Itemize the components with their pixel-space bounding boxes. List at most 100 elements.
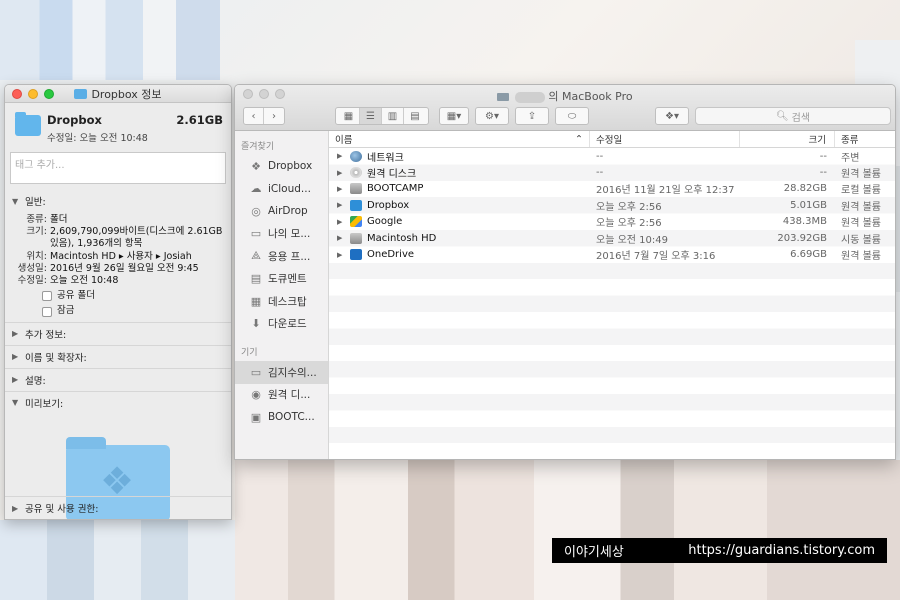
where-label: 위치: [26,250,47,262]
tags-button[interactable]: ⬭ [555,107,589,125]
disclosure-triangle-icon[interactable]: ▶ [337,201,345,209]
sidebar-item-documents[interactable]: ▤ 도큐멘트 [235,268,328,291]
icon-view-button[interactable]: ▦ [338,108,360,124]
row-size: 28.82GB [783,183,827,195]
sidebar-item-all-files[interactable]: ▭ 나의 모... [235,223,328,246]
forward-button[interactable]: › [264,108,284,124]
disclosure-triangle-icon[interactable]: ▶ [337,185,345,193]
sidebar: 즐겨찾기 ❖ Dropbox ☁ iCloud... ◎ AirDrop ▭ 나의 모.… [235,131,329,459]
share-button[interactable]: ⇪ [515,107,549,125]
section-label: 설명: [25,375,46,387]
sidebar-item-dropbox[interactable]: ❖ Dropbox [235,155,328,178]
row-size: -- [819,167,827,179]
triangle-right-icon: ▶ [12,503,19,513]
redacted-name [514,91,545,103]
section-sharing[interactable]: ▶ 공유 및 사용 권한: [5,496,231,519]
row-name: BOOTCAMP [367,183,424,195]
row-date: 오늘 오전 10:49 [596,234,668,246]
created-label: 생성일: [17,262,47,274]
section-label: 이름 및 확장자: [25,352,87,364]
sidebar-item-macbook[interactable]: ▭ 김지수의... [235,361,328,384]
column-size[interactable]: 크기 [740,131,835,147]
arrange-button[interactable]: ▦▾ [439,107,469,125]
finder-toolbar: 의 MacBook Pro ‹ › ▦ ☰ ▥ ▤ ▦▾ ⚙▾ ⇪ ⬭ ❖▾ 🔍… [235,85,895,131]
sidebar-item-remote-disc[interactable]: ◉ 원격 디... [235,384,328,407]
file-list: 이름 ⌃ 수정일 크기 종류 ▶ 네트워크 -- -- 주변 ▶ 원격 디스크 -- -- 원격 볼… [329,131,895,459]
table-row[interactable]: ▶ 네트워크 -- -- 주변 [329,148,895,164]
locked-checkbox[interactable] [42,306,52,317]
row-date: 2016년 7월 7일 오후 3:16 [596,251,716,263]
sidebar-item-applications[interactable]: ⟁ 응용 프... [235,245,328,268]
row-size: 438.3MB [782,216,827,228]
kind-value: 폴더 [50,214,68,225]
disclosure-triangle-icon[interactable]: ▶ [337,234,345,242]
column-date[interactable]: 수정일 [590,131,740,147]
dropbox-button[interactable]: ❖▾ [655,107,689,125]
disclosure-triangle-icon[interactable]: ▶ [337,169,345,177]
sidebar-item-bootcamp[interactable]: ▣ BOOTC... [235,406,328,429]
gear-icon: ⚙▾ [485,110,499,122]
row-kind: 원격 볼륨 [841,201,881,213]
table-row[interactable]: ▶ OneDrive 2016년 7월 7일 오후 3:16 6.69GB 원격 볼륨 [329,246,895,262]
triangle-right-icon: ▶ [12,352,19,362]
section-label: 미리보기: [25,398,64,410]
column-view-button[interactable]: ▥ [382,108,404,124]
tags-field[interactable]: 태그 추가... [10,152,226,184]
section-more-info[interactable]: ▶ 추가 정보: [5,321,231,345]
table-row[interactable]: ▶ Google 오늘 오후 2:56 438.3MB 원격 볼륨 [329,214,895,230]
minimize-button[interactable] [28,89,38,99]
disclosure-triangle-icon[interactable]: ▶ [337,152,345,160]
column-label: 이름 [335,135,353,146]
sidebar-item-desktop[interactable]: ▦ 데스크탑 [235,290,328,313]
row-name-cell: ▶ 네트워크 [329,149,590,164]
section-preview[interactable]: ▼ 미리보기: [5,390,231,414]
rows-container: ▶ 네트워크 -- -- 주변 ▶ 원격 디스크 -- -- 원격 볼륨 ▶ BOOTCAMP 2016… [329,148,895,459]
dropbox-icon: ❖▾ [665,110,679,122]
row-size: 203.92GB [777,232,827,244]
close-button[interactable] [12,89,22,99]
sidebar-header-devices: 기기 [241,348,258,358]
drive-icon: ▣ [250,410,262,424]
table-row[interactable]: ▶ Macintosh HD 오늘 오전 10:49 203.92GB 시동 볼륨 [329,230,895,246]
sidebar-item-label: 데스크탑 [268,295,307,308]
action-button[interactable]: ⚙▾ [475,107,509,125]
gallery-view-button[interactable]: ▤ [404,108,426,124]
disclosure-triangle-icon[interactable]: ▶ [337,218,345,226]
shared-folder-option[interactable]: 공유 폴더 [12,290,224,302]
info-titlebar[interactable]: Dropbox 정보 [5,85,231,103]
search-input[interactable]: 🔍︎ 검색 [695,107,891,125]
sidebar-item-airdrop[interactable]: ◎ AirDrop [235,200,328,223]
locked-option[interactable]: 잠금 [12,305,224,317]
row-kind: 원격 볼륨 [841,169,881,181]
size-label: 크기: [26,226,47,238]
modified-label: 수정일: [17,275,47,287]
shared-folder-label: 공유 폴더 [57,290,95,302]
back-button[interactable]: ‹ [244,108,265,124]
sidebar-item-icloud[interactable]: ☁ iCloud... [235,178,328,201]
section-general[interactable]: ▼ 일반: [5,190,231,212]
disclosure-triangle-icon[interactable]: ▶ [337,251,345,259]
document-icon: ▤ [250,272,262,286]
sidebar-item-label: 응용 프... [268,250,311,263]
column-name[interactable]: 이름 ⌃ [329,131,590,147]
sidebar-item-downloads[interactable]: ⬇ 다운로드 [235,313,328,336]
column-kind[interactable]: 종류 [835,131,895,147]
table-row[interactable]: ▶ Dropbox 오늘 오후 2:56 5.01GB 원격 볼륨 [329,197,895,213]
info-window: Dropbox 정보 Dropbox 수정일: 오늘 오전 10:48 2.61… [4,84,232,520]
column-label: 크기 [808,135,826,146]
item-name: Dropbox [47,113,102,127]
sidebar-item-label: 김지수의... [268,366,317,379]
section-comments[interactable]: ▶ 설명: [5,367,231,391]
row-date: 오늘 오후 2:56 [596,201,662,213]
created-value: 2016년 9월 26일 월요일 오전 9:45 [50,262,199,274]
row-name: OneDrive [367,249,415,261]
shared-folder-checkbox[interactable] [42,291,52,302]
list-view-button[interactable]: ☰ [360,108,382,124]
table-row[interactable]: ▶ 원격 디스크 -- -- 원격 볼륨 [329,164,895,180]
item-size: 2.61GB [176,113,223,127]
section-name-extension[interactable]: ▶ 이름 및 확장자: [5,344,231,368]
grid-icon: ▦▾ [446,110,462,122]
desktop-icon: ▦ [250,294,262,308]
zoom-button[interactable] [44,89,54,99]
table-row[interactable]: ▶ BOOTCAMP 2016년 11월 21일 오후 12:37 28.82GB 로컬… [329,181,895,197]
